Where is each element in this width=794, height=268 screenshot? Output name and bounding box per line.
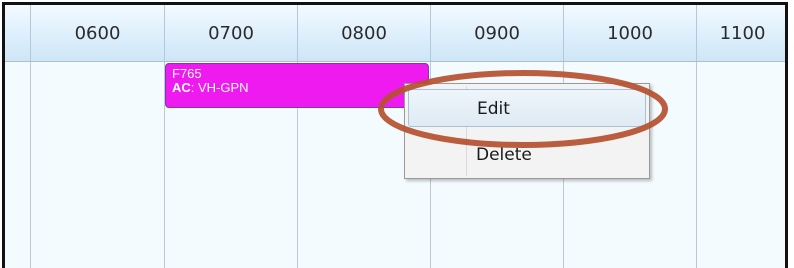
aircraft-label: AC (172, 80, 191, 95)
timeline-header: 0600 0700 0800 0900 1000 1100 (5, 5, 785, 62)
grid-line (30, 62, 31, 268)
hour-header-1100: 1100 (696, 5, 785, 61)
hour-header-0600: 0600 (30, 5, 164, 61)
hour-header-0800: 0800 (297, 5, 430, 61)
hour-header-0900: 0900 (430, 5, 563, 61)
hour-header-1000: 1000 (563, 5, 696, 61)
highlight-ring (378, 70, 668, 148)
hour-header-0700: 0700 (164, 5, 297, 61)
grid-line (696, 62, 697, 268)
aircraft-value: : VH-GPN (190, 80, 249, 95)
